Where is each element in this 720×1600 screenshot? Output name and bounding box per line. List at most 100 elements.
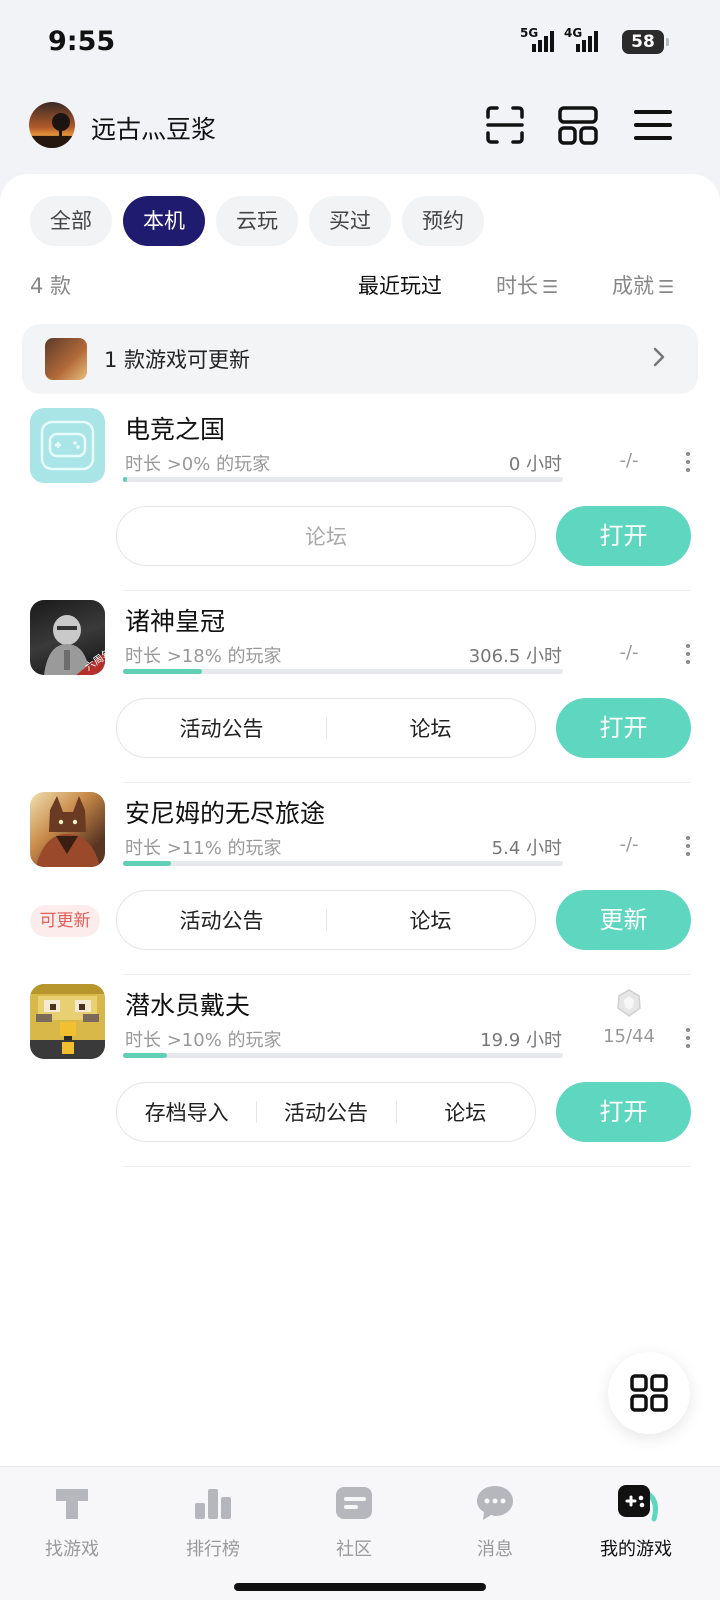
sort-icon: ☰	[542, 277, 559, 298]
game-item: 潜水员戴夫 时长 >10% 的玩家 19.9 小时 15/44 存档导入 活动公…	[0, 984, 720, 1180]
playtime-percentile: 时长 >18% 的玩家	[125, 646, 282, 667]
svg-text:5G: 5G	[520, 26, 538, 40]
top-bar: 远古灬豆浆	[0, 100, 720, 156]
nav-label: 消息	[477, 1539, 513, 1560]
nav-label: 社区	[336, 1539, 372, 1560]
nav-my-games[interactable]: 我的游戏	[576, 1481, 696, 1571]
announcement-button[interactable]: 活动公告	[117, 905, 326, 935]
playtime-progress	[123, 861, 563, 866]
nav-ranking[interactable]: 排行榜	[153, 1481, 273, 1571]
update-game-thumbnail	[45, 338, 87, 380]
game-icon-placeholder[interactable]	[30, 408, 105, 483]
bottom-nav: 找游戏 排行榜 社区 消息 我的游戏	[0, 1466, 720, 1600]
home-indicator	[234, 1583, 486, 1591]
game-item: 安尼姆的无尽旅途 时长 >11% 的玩家 5.4 小时 -/- 可更新 活动公告…	[0, 792, 720, 988]
sort-recent[interactable]: 最近玩过	[358, 270, 442, 300]
playtime-progress-fill	[123, 669, 203, 674]
status-time: 9:55	[48, 26, 116, 57]
playtime-hours: 19.9 小时	[480, 1030, 562, 1051]
grid-icon	[630, 1374, 668, 1412]
nav-community[interactable]: 社区	[294, 1481, 414, 1571]
game-actions: 活动公告 论坛	[116, 698, 536, 758]
open-button[interactable]: 打开	[556, 1082, 691, 1142]
open-button[interactable]: 打开	[556, 698, 691, 758]
update-notice-text: 1 款游戏可更新	[104, 348, 251, 372]
nav-find-games[interactable]: 找游戏	[12, 1481, 132, 1571]
sort-achievement[interactable]: 成就 ☰	[612, 270, 674, 300]
chevron-right-icon	[646, 344, 672, 370]
forum-button[interactable]: 论坛	[326, 713, 535, 743]
playtime-percentile: 时长 >11% 的玩家	[125, 838, 282, 859]
avatar[interactable]	[29, 102, 75, 148]
chip-purchased[interactable]: 买过	[309, 196, 391, 246]
update-button[interactable]: 更新	[556, 890, 691, 950]
trophy-icon	[614, 988, 644, 1018]
layout-icon[interactable]	[557, 104, 599, 146]
playtime-progress-fill	[123, 1053, 167, 1058]
game-name[interactable]: 电竞之国	[125, 410, 225, 446]
chip-local[interactable]: 本机	[123, 196, 205, 246]
forum-button[interactable]: 论坛	[326, 905, 535, 935]
playtime-hours: 306.5 小时	[468, 646, 562, 667]
signal-4g-icon: 4G	[564, 26, 606, 58]
message-icon	[473, 1481, 517, 1525]
chip-all[interactable]: 全部	[30, 196, 112, 246]
game-count: 4 款	[30, 274, 72, 298]
chip-cloud[interactable]: 云玩	[216, 196, 298, 246]
battery-indicator: 58	[622, 30, 669, 54]
sort-icon: ☰	[658, 277, 675, 298]
sort-duration[interactable]: 时长 ☰	[496, 270, 558, 300]
username[interactable]: 远古灬豆浆	[91, 110, 216, 146]
playtime-progress-fill	[123, 861, 172, 866]
achievement-count: -/-	[619, 642, 639, 663]
game-icon[interactable]	[30, 792, 105, 867]
status-bar: 9:55 5G 4G 58	[0, 0, 720, 84]
menu-icon[interactable]	[632, 104, 674, 146]
playtime-progress	[123, 477, 563, 482]
nav-label: 找游戏	[45, 1539, 99, 1560]
sort-row: 4 款 最近玩过 时长 ☰ 成就 ☰	[30, 270, 690, 300]
floating-apps-button[interactable]	[608, 1352, 690, 1434]
game-name[interactable]: 安尼姆的无尽旅途	[125, 794, 325, 830]
community-icon	[332, 1481, 376, 1525]
nav-label: 我的游戏	[600, 1539, 672, 1560]
playtime-progress	[123, 669, 563, 674]
nav-messages[interactable]: 消息	[435, 1481, 555, 1571]
game-name[interactable]: 潜水员戴夫	[125, 986, 250, 1022]
more-options-icon[interactable]	[684, 832, 692, 860]
game-name[interactable]: 诸神皇冠	[125, 602, 225, 638]
achievement-count: 15/44	[603, 1026, 655, 1047]
nav-label: 排行榜	[186, 1539, 240, 1560]
more-options-icon[interactable]	[684, 640, 692, 668]
forum-button[interactable]: 论坛	[117, 521, 535, 551]
game-actions: 活动公告 论坛	[116, 890, 536, 950]
more-options-icon[interactable]	[684, 448, 692, 476]
save-import-button[interactable]: 存档导入	[117, 1097, 256, 1127]
divider	[123, 590, 691, 591]
playtime-percentile: 时长 >0% 的玩家	[125, 454, 271, 475]
signal-5g-icon: 5G	[520, 26, 562, 58]
game-item: 六周年 诸神皇冠 时长 >18% 的玩家 306.5 小时 -/- 活动公告 论…	[0, 600, 720, 796]
ranking-icon	[191, 1481, 235, 1525]
filter-chips: 全部 本机 云玩 买过 预约	[30, 196, 484, 246]
announcement-button[interactable]: 活动公告	[256, 1097, 395, 1127]
update-available-badge: 可更新	[30, 905, 100, 937]
game-actions: 论坛	[116, 506, 536, 566]
playtime-percentile: 时长 >10% 的玩家	[125, 1030, 282, 1051]
divider	[123, 974, 691, 975]
announcement-button[interactable]: 活动公告	[117, 713, 326, 743]
forum-button[interactable]: 论坛	[395, 1097, 535, 1127]
game-icon[interactable]: 六周年	[30, 600, 105, 675]
playtime-hours: 0 小时	[508, 454, 562, 475]
more-options-icon[interactable]	[684, 1024, 692, 1052]
find-games-icon	[50, 1481, 94, 1525]
divider	[123, 782, 691, 783]
game-icon[interactable]	[30, 984, 105, 1059]
scan-icon[interactable]	[484, 104, 526, 146]
update-notice[interactable]: 1 款游戏可更新	[22, 324, 698, 394]
playtime-progress-fill	[123, 477, 128, 482]
chip-reserved[interactable]: 预约	[402, 196, 484, 246]
game-actions: 存档导入 活动公告 论坛	[116, 1082, 536, 1142]
open-button[interactable]: 打开	[556, 506, 691, 566]
divider	[123, 1166, 691, 1167]
